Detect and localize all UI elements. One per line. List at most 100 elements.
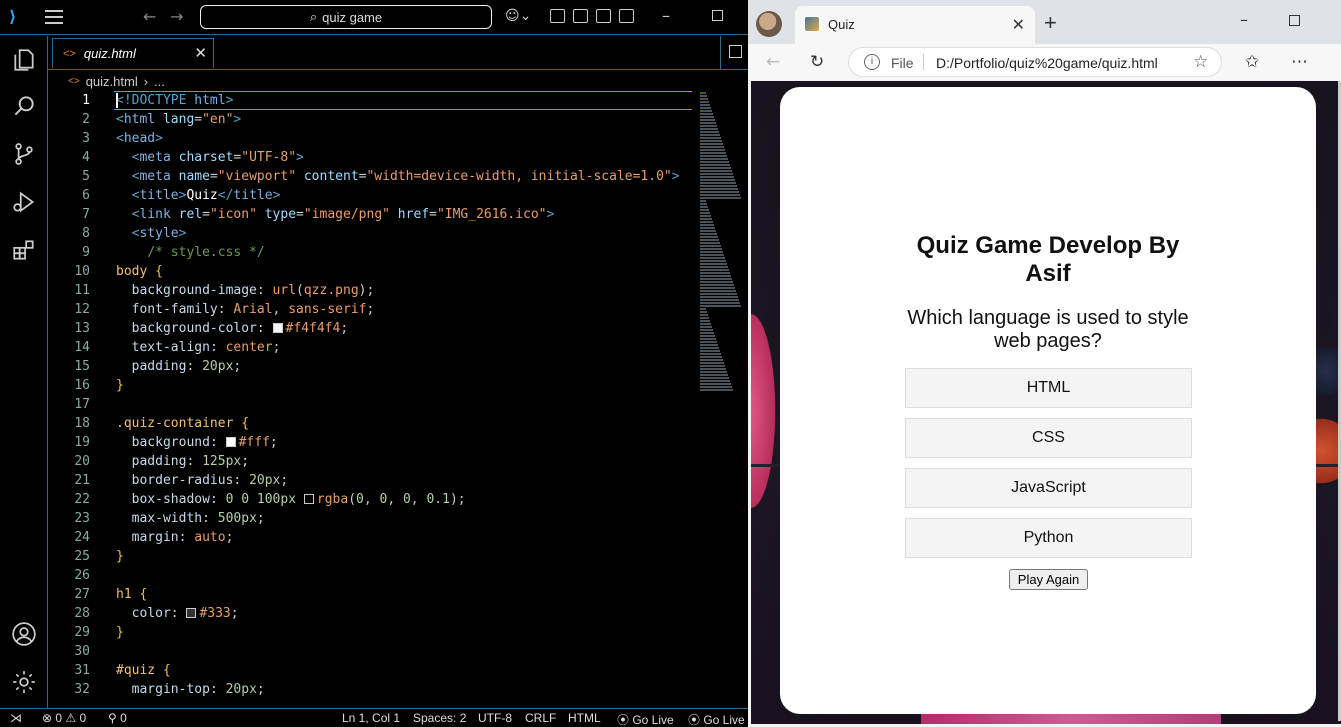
code-line[interactable]: 13 background-color: #f4f4f4; [48, 319, 700, 338]
extensions-icon[interactable] [10, 236, 38, 264]
run-debug-icon[interactable] [10, 188, 38, 216]
code-token: title [139, 188, 179, 203]
go-live-button-1[interactable]: ⦿ Go Live [617, 711, 674, 727]
minimap-line [700, 221, 713, 223]
toggle-secondary-sidebar-icon[interactable] [619, 9, 634, 23]
code-line[interactable]: 29} [48, 623, 700, 642]
account-icon[interactable] [10, 620, 38, 648]
code-line[interactable]: 15 padding: 20px; [48, 357, 700, 376]
code-line[interactable]: 28 color: #333; [48, 604, 700, 623]
code-line[interactable]: 27 h1 { [48, 585, 700, 604]
code-line[interactable]: 18 .quiz-container { [48, 414, 700, 433]
forward-arrow-icon[interactable]: → [170, 7, 183, 26]
command-center-search[interactable]: ⌕ quiz game [200, 5, 492, 29]
color-swatch-icon[interactable] [272, 323, 283, 333]
code-line[interactable]: 1 <!DOCTYPE html> [48, 91, 700, 110]
code-line[interactable]: 21 border-radius: 20px; [48, 471, 700, 490]
code-line[interactable]: 31 #quiz { [48, 661, 700, 680]
code-line[interactable]: 11 background-image: url(qzz.png); [48, 281, 700, 300]
url-text[interactable]: D:/Portfolio/quiz%20game/quiz.html [936, 55, 1158, 71]
option-button-python[interactable]: Python [905, 518, 1192, 558]
code-line[interactable]: 14 text-align: center; [48, 338, 700, 357]
line-ending[interactable]: CRLF [525, 711, 556, 725]
code-line[interactable]: 5 <meta name="viewport" content="width=d… [48, 167, 700, 186]
code-line[interactable]: 10 body { [48, 262, 700, 281]
maximize-icon[interactable] [1289, 15, 1300, 26]
reload-icon[interactable]: ↻ [810, 52, 824, 72]
code-line[interactable]: 4 <meta charset="UTF-8"> [48, 148, 700, 167]
settings-gear-icon[interactable] [10, 668, 38, 696]
code-line[interactable]: 22 box-shadow: 0 0 100px rgba(0, 0, 0, 0… [48, 490, 700, 509]
search-icon[interactable] [10, 92, 38, 120]
browser-tab-quiz[interactable]: Quiz ✕ [795, 6, 1035, 44]
color-swatch-icon[interactable] [225, 437, 236, 447]
maximize-icon[interactable] [712, 10, 723, 21]
tab-quiz-html[interactable]: <> quiz.html ✕ [52, 38, 214, 68]
address-bar[interactable]: i File D:/Portfolio/quiz%20game/quiz.htm… [848, 47, 1222, 77]
go-live-button-2[interactable]: ⦿ Go Live [688, 711, 745, 727]
language-mode[interactable]: HTML [568, 711, 601, 725]
color-swatch-icon[interactable] [303, 494, 314, 504]
toggle-panel-icon[interactable] [596, 9, 611, 23]
code-line[interactable]: 30 [48, 642, 700, 661]
minimize-icon[interactable]: – [1240, 10, 1248, 29]
remote-icon[interactable]: ⋊ [10, 711, 22, 725]
minimap[interactable] [700, 91, 748, 421]
breadcrumb-rest[interactable]: ... [154, 74, 165, 89]
code-line[interactable]: 12 font-family: Arial, sans-serif; [48, 300, 700, 319]
line-number: 26 [74, 568, 90, 583]
code-line[interactable]: 6 <title>Quiz</title> [48, 186, 700, 205]
code-editor[interactable]: 1 <!DOCTYPE html> 2 <html lang="en"> 3 <head>… [48, 91, 700, 708]
option-button-html[interactable]: HTML [905, 368, 1192, 408]
code-line[interactable]: 32 margin-top: 20px; [48, 680, 700, 699]
close-tab-icon[interactable]: ✕ [194, 44, 207, 62]
customize-layout-icon[interactable] [550, 9, 565, 23]
option-button-javascript[interactable]: JavaScript [905, 468, 1192, 508]
problems-indicator[interactable]: ⊗ 0 ⚠ 0 [42, 711, 86, 725]
code-line[interactable]: 25} [48, 547, 700, 566]
favorite-star-icon[interactable]: ☆ [1193, 52, 1208, 72]
code-line[interactable]: 19 background: #fff; [48, 433, 700, 452]
code-line[interactable]: 7 <link rel="icon" type="image/png" href… [48, 205, 700, 224]
code-token: > [272, 188, 281, 203]
breadcrumb[interactable]: <> quiz.html › ... [68, 72, 165, 90]
menu-icon[interactable] [45, 10, 63, 24]
breadcrumb-file[interactable]: quiz.html [86, 74, 138, 89]
favorites-icon[interactable]: ✩ [1245, 52, 1259, 72]
profile-avatar[interactable] [756, 11, 782, 37]
explorer-icon[interactable] [10, 46, 38, 74]
code-line[interactable]: 3 <head> [48, 129, 700, 148]
code-line[interactable]: 23 max-width: 500px; [48, 509, 700, 528]
encoding[interactable]: UTF-8 [478, 711, 512, 725]
back-arrow-icon[interactable]: ← [143, 7, 156, 26]
source-control-icon[interactable] [10, 140, 38, 168]
code-line[interactable]: 24 margin: auto; [48, 528, 700, 547]
toggle-sidebar-icon[interactable] [573, 9, 588, 23]
code-line[interactable]: 20 padding: 125px; [48, 452, 700, 471]
close-tab-icon[interactable]: ✕ [1012, 15, 1025, 35]
line-code: padding: 125px; [116, 452, 249, 471]
code-line[interactable]: 16} [48, 376, 700, 395]
split-editor-button[interactable] [720, 36, 748, 70]
code-line[interactable]: 17 [48, 395, 700, 414]
color-swatch-icon[interactable] [186, 608, 197, 618]
minimize-icon[interactable]: – [662, 6, 670, 25]
line-number: 12 [74, 302, 90, 317]
code-line[interactable]: 2 <html lang="en"> [48, 110, 700, 129]
minimap-line [700, 140, 722, 142]
minimap-line [700, 191, 739, 193]
info-icon[interactable]: i [864, 54, 880, 70]
more-icon[interactable]: ⋯ [1291, 52, 1308, 72]
play-again-button[interactable]: Play Again [1009, 569, 1088, 590]
code-line[interactable]: 26 [48, 566, 700, 585]
back-icon[interactable]: ← [766, 52, 780, 72]
code-line[interactable]: 9 /* style.css */ [48, 243, 700, 262]
code-line[interactable]: 8 <style> [48, 224, 700, 243]
indentation[interactable]: Spaces: 2 [413, 711, 466, 725]
ports-indicator[interactable]: ⚲ 0 [108, 711, 127, 725]
copilot-icon[interactable]: ☺⌄ [505, 8, 531, 24]
new-tab-icon[interactable]: + [1044, 10, 1057, 36]
option-button-css[interactable]: CSS [905, 418, 1192, 458]
cursor-position[interactable]: Ln 1, Col 1 [342, 711, 400, 725]
